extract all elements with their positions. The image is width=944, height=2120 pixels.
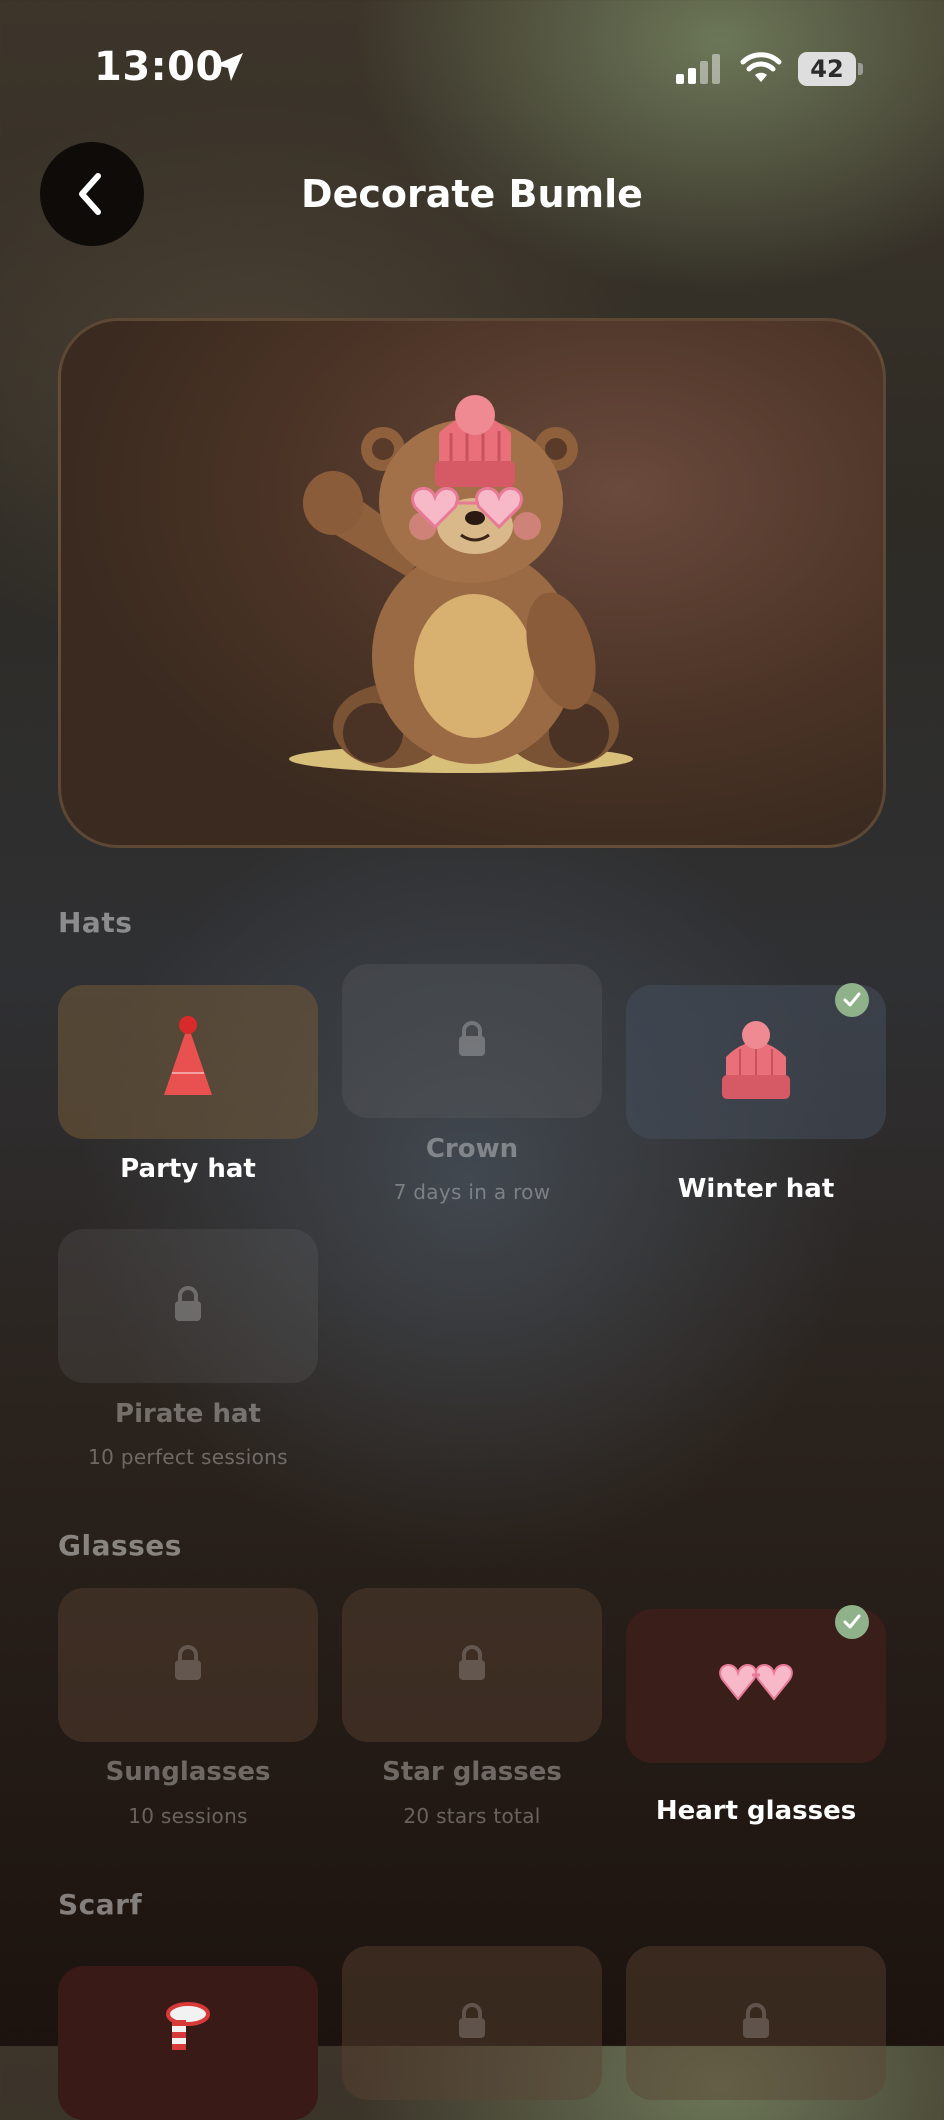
item-tile-party-hat[interactable] [58,985,318,1139]
battery-tip [858,63,863,75]
scarf-icon [166,2002,210,2050]
item-tile-scarf-2[interactable] [342,1946,602,2100]
page-title: Decorate Bumle [301,172,643,216]
item-name-crown: Crown [425,1134,519,1164]
item-name-sunglasses: Sunglasses [105,1757,271,1787]
checkmark-icon [843,1614,861,1629]
item-tile-scarf-1[interactable] [58,1966,318,2120]
section-label-glasses: Glasses [58,1529,182,1562]
location-arrow-icon [215,53,243,81]
item-tile-crown[interactable] [342,964,602,1118]
item-tile-scarf-3[interactable] [626,1946,886,2100]
lock-icon [459,2003,485,2038]
item-name-star-glasses: Star glasses [382,1757,562,1787]
battery-icon: 42 [798,52,864,86]
item-requirement-sunglasses: 10 sessions [128,1804,248,1828]
item-name-party-hat: Party hat [120,1154,256,1184]
status-bar: 13:00 42 [0,0,944,140]
heart-glasses-icon [719,1664,793,1701]
checkmark-icon [843,992,861,1007]
bear-illustration [289,395,633,773]
party-hat-icon [164,1016,212,1095]
item-requirement-star-glasses: 20 stars total [403,1804,541,1828]
item-tile-star-glasses[interactable] [342,1588,602,1742]
bear-preview-card [58,318,886,848]
lock-icon [175,1645,201,1680]
wifi-icon [740,52,782,82]
lock-icon [459,1645,485,1680]
item-requirement-crown: 7 days in a row [393,1180,551,1204]
status-time: 13:00 [94,44,224,90]
item-name-pirate-hat: Pirate hat [115,1399,261,1429]
selected-check-winter-hat [835,983,869,1017]
selected-check-heart-glasses [835,1605,869,1639]
item-name-winter-hat: Winter hat [677,1174,835,1204]
section-label-hats: Hats [58,906,133,939]
winter-hat-icon [722,1021,790,1099]
item-requirement-pirate-hat: 10 perfect sessions [88,1445,288,1469]
lock-icon [459,1021,485,1056]
lock-icon [743,2003,769,2038]
signal-icon [676,54,720,84]
item-tile-sunglasses[interactable] [58,1588,318,1742]
lock-icon [175,1286,201,1321]
item-tile-pirate-hat[interactable] [58,1229,318,1383]
section-label-scarf: Scarf [58,1888,143,1921]
battery-level: 42 [798,52,856,86]
item-name-heart-glasses: Heart glasses [655,1796,857,1826]
